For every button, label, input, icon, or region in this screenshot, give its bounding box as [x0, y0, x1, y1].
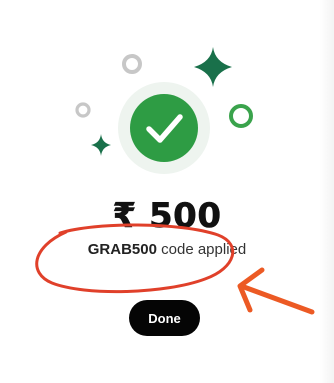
- ring-icon: [122, 54, 142, 74]
- check-circle-icon: [130, 94, 198, 162]
- sparkle-star-icon: [194, 47, 232, 87]
- promo-code: GRAB500: [87, 241, 157, 258]
- discount-amount: ₹ 500: [112, 196, 222, 237]
- sparkle-star-icon: [91, 134, 111, 156]
- done-button[interactable]: Done: [129, 300, 200, 336]
- success-illustration: [75, 47, 253, 174]
- ring-icon: [229, 104, 253, 128]
- success-dialog: ₹ 500 GRAB500 code applied Done: [0, 0, 334, 383]
- ring-icon: [75, 102, 91, 118]
- code-applied-suffix: code applied: [156, 241, 247, 258]
- code-applied-text: GRAB500 code applied: [0, 240, 334, 260]
